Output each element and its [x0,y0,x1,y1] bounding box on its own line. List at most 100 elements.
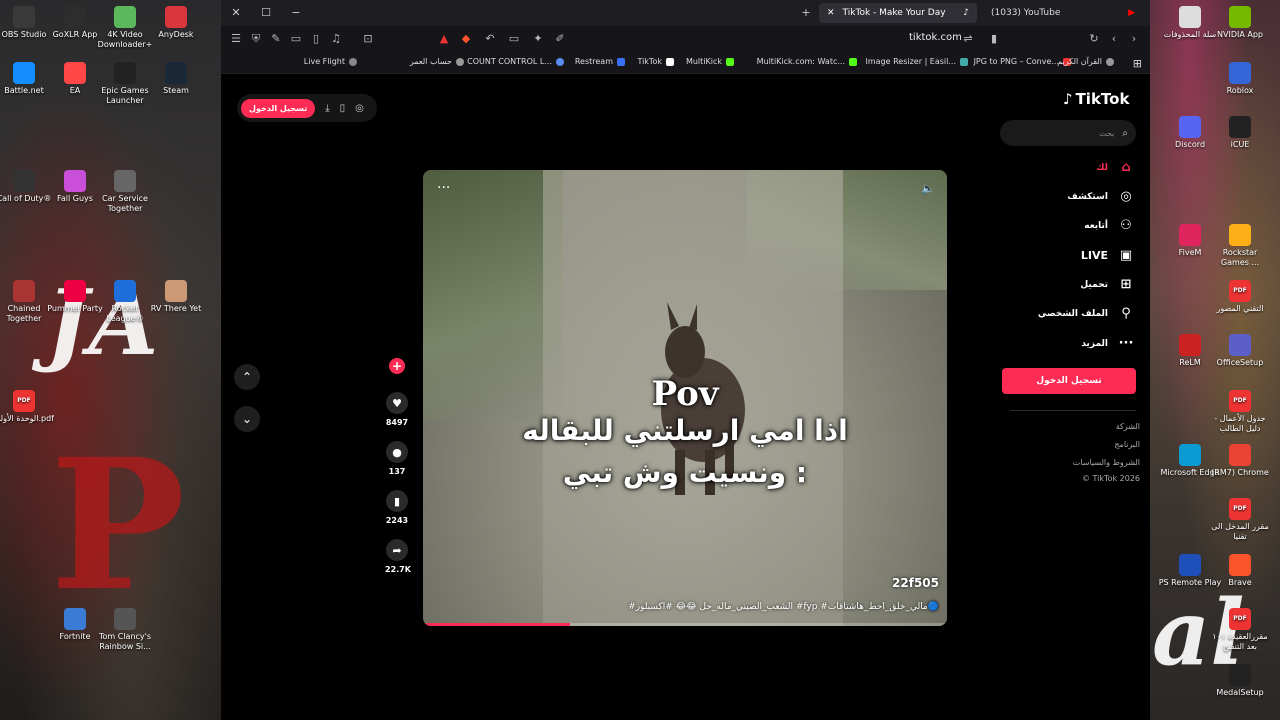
desktop-shortcut[interactable]: PDF جدول الأعمال - دليل الطالب [1208,390,1272,434]
site-settings-icon[interactable]: ⇌ [961,32,975,46]
desktop-shortcut[interactable]: PDF التقني المصور [1208,280,1272,314]
bookmark-restream[interactable]: Restream [575,57,625,66]
nav-explore[interactable]: استكشف ◎ [1067,189,1134,204]
footer-company[interactable]: الشركة [1116,422,1140,431]
nav-following[interactable]: أتابعه ⚇ [1084,218,1134,233]
nav-more[interactable]: المزيد ··· [1081,336,1134,351]
desktop-shortcut[interactable]: Steam [144,62,208,96]
bookmark-tiktok[interactable]: TikTok [637,57,674,66]
undo-icon[interactable]: ↶ [483,32,497,46]
video-menu-icon[interactable]: ··· [437,180,450,196]
desktop-shortcut[interactable]: Brave [1208,554,1272,588]
music-icon[interactable]: ♫ [329,32,343,46]
comment-button[interactable]: ● [386,441,408,463]
top-action-bar: تسجيل الدخول ⤓ ▯ ◎ [237,94,377,122]
volume-icon[interactable]: 🔈 [921,182,935,195]
desktop-shortcut[interactable]: RV There Yet [144,280,208,314]
desktop-shortcut[interactable]: Roblox [1208,62,1272,96]
share-button[interactable]: ➦ [386,539,408,561]
next-video-button[interactable]: ⌄ [234,406,260,432]
bookmarks-grid-icon[interactable]: ⊞ [1133,57,1142,70]
reload-icon[interactable]: ↻ [1087,32,1101,46]
bookmark-age-calc[interactable]: حساب العمر [410,57,464,66]
minimize-icon[interactable]: − [289,6,303,20]
mobile-icon[interactable]: ▯ [340,103,346,114]
desktop-shortcut[interactable]: Rockstar Games ... [1208,224,1272,268]
bookmark-label: MultiKick [685,57,722,66]
desktop-shortcut[interactable]: PDF مقرر المدخل الى تقنيا [1208,498,1272,542]
desktop-shortcut[interactable]: AnyDesk [144,6,208,40]
progress-fill [423,623,570,626]
tab-tiktok[interactable]: ✕ TikTok - Make Your Day ♪ [819,3,977,23]
desktop-shortcut[interactable]: PDF مقررالعقيدة ١٠١ بعد التنقيح [1208,608,1272,652]
desktop-shortcut[interactable]: Tom Clancy's Rainbow Si... [93,608,157,652]
epic-icon [114,62,136,84]
nav-profile[interactable]: الملف الشخصي ⚲ [1038,306,1134,321]
login-button-sidebar[interactable]: تسجيل الدخول [1002,368,1136,394]
desktop-shortcut-label: مقرر المدخل الى تقنيا [1211,522,1269,541]
bookmark-label: JPG to PNG – Conve... [973,57,1059,66]
search-input[interactable]: بحث ⌕ [1000,120,1136,146]
sidebar-icon[interactable]: ▯ [309,32,323,46]
footer-program[interactable]: البرنامج [1114,440,1140,449]
office-icon [1229,334,1251,356]
close-window-icon[interactable]: ✕ [229,6,243,20]
brave-shield-icon[interactable]: ◆ [459,32,473,46]
desktop-shortcut[interactable]: OfficeSetup [1208,334,1272,368]
share-icon: ➦ [392,543,402,557]
address-bar[interactable]: tiktok.com [909,32,962,43]
save-button[interactable]: ▮ [386,490,408,512]
nav-upload[interactable]: تحميل ⊞ [1080,277,1134,292]
psremote-icon [1179,554,1201,576]
fortnite-icon [64,608,86,630]
shield-icon[interactable]: ⛨ [249,32,263,46]
desktop-shortcut[interactable]: PDF الوحدة الأولى.pdf [0,390,56,424]
video-player[interactable]: ··· 🔈 Pov اذا امي ارسلتني للبقاله ونسيت … [423,170,947,626]
desktop-shortcut[interactable]: MedalSetup [1208,664,1272,698]
pen-icon[interactable]: ✐ [553,32,567,46]
screenshot-icon[interactable]: ⊡ [361,32,375,46]
like-button[interactable]: ♥ [386,392,408,414]
forward-icon[interactable]: › [1127,32,1141,46]
extensions-icon[interactable]: ✎ [269,32,283,46]
save-count: 2243 [385,516,409,525]
tab-close-icon[interactable]: ✕ [827,8,835,18]
previous-video-button[interactable]: ⌃ [234,364,260,390]
bookmark-icon[interactable]: ▮ [987,32,1001,46]
nav-for-you[interactable]: لك ⌂ [1096,160,1134,175]
video-hashtags[interactable]: #الشعب_الصيني_ماله_حل 😂😂 #اكسبلور #fyp #… [628,602,939,612]
coins-icon[interactable]: ◎ [355,103,364,114]
cast-icon[interactable]: ▭ [507,32,521,46]
tab-youtube[interactable]: (1033) YouTube ▶ [983,3,1143,23]
back-icon[interactable]: ‹ [1107,32,1121,46]
login-button-top[interactable]: تسجيل الدخول [241,98,316,118]
follow-plus-button[interactable]: + [389,358,405,374]
bookmark-multikick-watch[interactable]: MultiKick.com: Watc... [757,57,857,66]
tabs-icon[interactable]: ▭ [289,32,303,46]
video-actions: + ♥ 8497 ● 137 ▮ 2243 ➦ 22.7K [385,358,411,588]
bookmark-multikick[interactable]: MultiKick [686,57,734,66]
ai-icon[interactable]: ✦ [531,32,545,46]
desktop-shortcut[interactable]: Car Service Together [93,170,157,214]
desktop-shortcut-label: Tom Clancy's Rainbow Si... [98,632,152,651]
pdf-icon: PDF [1229,390,1251,412]
tiktok-logo[interactable]: ♪ TikTok [1063,90,1129,108]
bookmark-image-resizer[interactable]: Image Resizer | Easil... [866,57,968,66]
nav-live[interactable]: LIVE ▣ [1081,248,1134,263]
warning-icon[interactable]: ▲ [437,32,451,46]
maximize-icon[interactable]: ☐ [259,6,273,20]
desktop-shortcut[interactable]: iCUE [1208,116,1272,150]
desktop-shortcut[interactable]: (RM7) Chrome [1208,444,1272,478]
video-progress-bar[interactable] [423,623,947,626]
footer-terms[interactable]: الشروط والسياسات [1073,458,1140,467]
desktop-shortcut[interactable]: NVIDIA App [1208,6,1272,40]
bookmark-live-flight[interactable]: Live Flight [304,57,357,66]
bookmark-quran[interactable]: القرآن الكريم [1057,57,1114,66]
new-tab-icon[interactable]: + [799,6,813,20]
download-icon[interactable]: ⤓ [325,103,329,114]
desktop-shortcut-label: NVIDIA App [1217,30,1263,39]
bookmark-count-control[interactable]: COUNT CONTROL L... [467,57,564,66]
menu-icon[interactable]: ☰ [229,32,243,46]
bookmark-favicon-icon [849,57,857,66]
nav-label: استكشف [1067,191,1108,202]
